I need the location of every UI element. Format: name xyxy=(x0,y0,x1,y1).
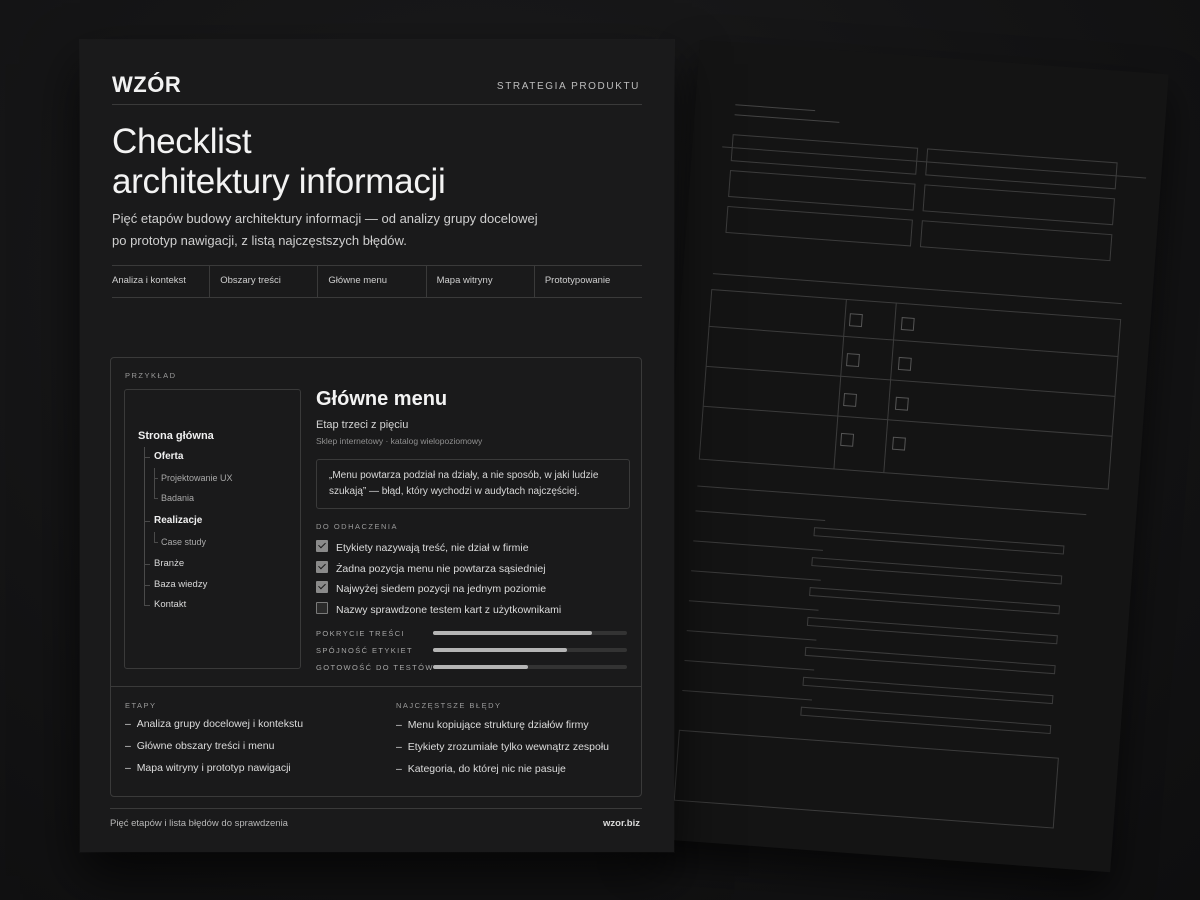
tree-tick xyxy=(154,478,158,479)
tree-root: Strona główna xyxy=(138,430,214,442)
errors-list-label: NAJCZĘSTSZE BŁĘDY xyxy=(396,701,502,710)
sitemap-tree: Strona główna Oferta Projektowanie UX Ba… xyxy=(124,389,301,669)
errors-list-item: – Etykiety zrozumiałe tylko wewnątrz zes… xyxy=(396,741,609,753)
stage-2: Obszary treści xyxy=(210,265,319,297)
meter-readiness xyxy=(433,665,627,669)
footer-url: wzor.biz xyxy=(603,818,640,829)
stage-4: Mapa witryny xyxy=(427,265,535,297)
title-line-1: Checklist xyxy=(112,122,252,161)
tree-realizacje: Realizacje xyxy=(154,515,203,526)
footer-divider xyxy=(110,808,642,809)
checklist-label: DO ODHACZENIA xyxy=(316,522,399,531)
errors-list-text: Kategoria, do której nic nie pasuje xyxy=(407,763,566,775)
page-subtitle: Pięć etapów budowy architektury informac… xyxy=(112,208,552,252)
meter-consistency xyxy=(433,648,627,652)
stages-list-text: Analiza grupy docelowej i kontekstu xyxy=(136,718,304,730)
checklist-item-text: Etykiety nazywają treść, nie dział w fir… xyxy=(336,542,529,554)
list-dash: – xyxy=(125,740,131,752)
checkbox-checked[interactable] xyxy=(316,581,328,593)
checklist-item-text: Żadna pozycja menu nie powtarza sąsiedni… xyxy=(336,563,546,575)
meter-fill xyxy=(433,665,529,669)
subtitle-line-1: Pięć etapów budowy architektury informac… xyxy=(112,211,538,226)
tree-projektowanie: Projektowanie UX xyxy=(161,473,233,483)
stages-list-item: – Główne obszary treści i menu xyxy=(125,740,274,752)
title-line-2: architektury informacji xyxy=(112,162,446,201)
errors-list-text: Etykiety zrozumiałe tylko wewnątrz zespo… xyxy=(407,741,610,753)
example-panel: PRZYKŁAD Strona główna Oferta Projektowa… xyxy=(110,357,642,797)
stage-5: Prototypowanie xyxy=(544,275,611,286)
back-sheet xyxy=(641,40,1169,873)
checklist-item[interactable]: Nazwy sprawdzone testem kart z użytkowni… xyxy=(316,602,561,616)
back-sheet-wireframe xyxy=(673,104,1147,829)
stage-3: Główne menu xyxy=(318,265,427,297)
tree-tick xyxy=(144,585,150,586)
meter-label-coverage: POKRYCIE TREŚCI xyxy=(316,629,406,638)
tree-tick xyxy=(144,605,150,606)
list-dash: – xyxy=(396,719,402,731)
tree-tick xyxy=(144,521,150,522)
example-divider xyxy=(111,686,641,687)
tree-case-study: Case study xyxy=(161,537,207,547)
subtitle-line-2: po prototyp nawigacji, z listą najczęsts… xyxy=(112,233,407,248)
checkbox-checked[interactable] xyxy=(316,561,328,573)
page-title: Checklist architektury informacji xyxy=(112,122,632,202)
checklist-sheet: WZÓR STRATEGIA PRODUKTU Checklist archit… xyxy=(80,40,674,852)
tree-tick xyxy=(154,542,158,543)
tree-branze: Branże xyxy=(154,558,185,569)
brand-logo: WZÓR xyxy=(112,72,182,97)
checkbox-unchecked[interactable] xyxy=(316,602,328,614)
example-label: PRZYKŁAD xyxy=(125,371,177,380)
stage-tabs: Analiza i kontekst Obszary treści Główne… xyxy=(112,265,642,298)
checklist-item-text: Nazwy sprawdzone testem kart z użytkowni… xyxy=(336,604,562,616)
meter-label-readiness: GOTOWOŚĆ DO TESTÓW xyxy=(316,663,434,672)
checkbox-checked[interactable] xyxy=(316,540,328,552)
stages-list-text: Mapa witryny i prototyp nawigacji xyxy=(136,762,291,774)
tree-oferta: Oferta xyxy=(154,451,184,462)
quote-line-2: szukają” — błąd, który wychodzi w audyta… xyxy=(329,486,580,497)
tree-kontakt: Kontakt xyxy=(154,599,187,610)
list-dash: – xyxy=(125,762,131,774)
list-dash: – xyxy=(396,763,402,775)
menu-title: Główne menu xyxy=(316,388,448,410)
checklist-item[interactable]: Żadna pozycja menu nie powtarza sąsiedni… xyxy=(316,561,546,575)
meter-label-consistency: SPÓJNOŚĆ ETYKIET xyxy=(316,646,413,655)
meter-fill xyxy=(433,631,593,635)
tree-line-root xyxy=(144,447,145,605)
checklist-item[interactable]: Najwyżej siedem pozycji na jednym poziom… xyxy=(316,581,546,595)
tree-tick xyxy=(154,498,158,499)
meter-fill xyxy=(433,648,567,652)
stages-list-item: – Mapa witryny i prototyp nawigacji xyxy=(125,762,291,774)
quote-box: „Menu powtarza podział na działy, a nie … xyxy=(316,459,630,509)
header-divider xyxy=(112,104,642,105)
menu-stage: Etap trzeci z pięciu xyxy=(316,419,409,431)
list-dash: – xyxy=(125,718,131,730)
tree-tick xyxy=(144,457,150,458)
tree-line-oferta xyxy=(154,468,155,498)
tree-badania: Badania xyxy=(161,493,195,503)
errors-list-item: – Kategoria, do której nic nie pasuje xyxy=(396,763,566,775)
footer-note: Pięć etapów i lista błędów do sprawdzeni… xyxy=(110,818,288,829)
stages-list-item: – Analiza grupy docelowej i kontekstu xyxy=(125,718,303,730)
errors-list-item: – Menu kopiujące strukturę działów firmy xyxy=(396,719,589,731)
stage-1: Analiza i kontekst xyxy=(112,265,211,297)
stages-list-label: ETAPY xyxy=(125,701,157,710)
stages-list-text: Główne obszary treści i menu xyxy=(136,740,275,752)
errors-list-text: Menu kopiujące strukturę działów firmy xyxy=(407,719,589,731)
meter-coverage xyxy=(433,631,627,635)
tree-line-realizacje xyxy=(154,532,155,542)
section-label: STRATEGIA PRODUKTU xyxy=(496,81,640,92)
tree-tick xyxy=(144,564,150,565)
menu-context: Sklep internetowy · katalog wielopoziomo… xyxy=(316,436,483,446)
checklist-item[interactable]: Etykiety nazywają treść, nie dział w fir… xyxy=(316,540,529,554)
list-dash: – xyxy=(396,741,402,753)
checklist-item-text: Najwyżej siedem pozycji na jednym poziom… xyxy=(336,583,547,595)
quote-line-1: „Menu powtarza podział na działy, a nie … xyxy=(329,470,599,481)
tree-baza-wiedzy: Baza wiedzy xyxy=(154,579,208,590)
